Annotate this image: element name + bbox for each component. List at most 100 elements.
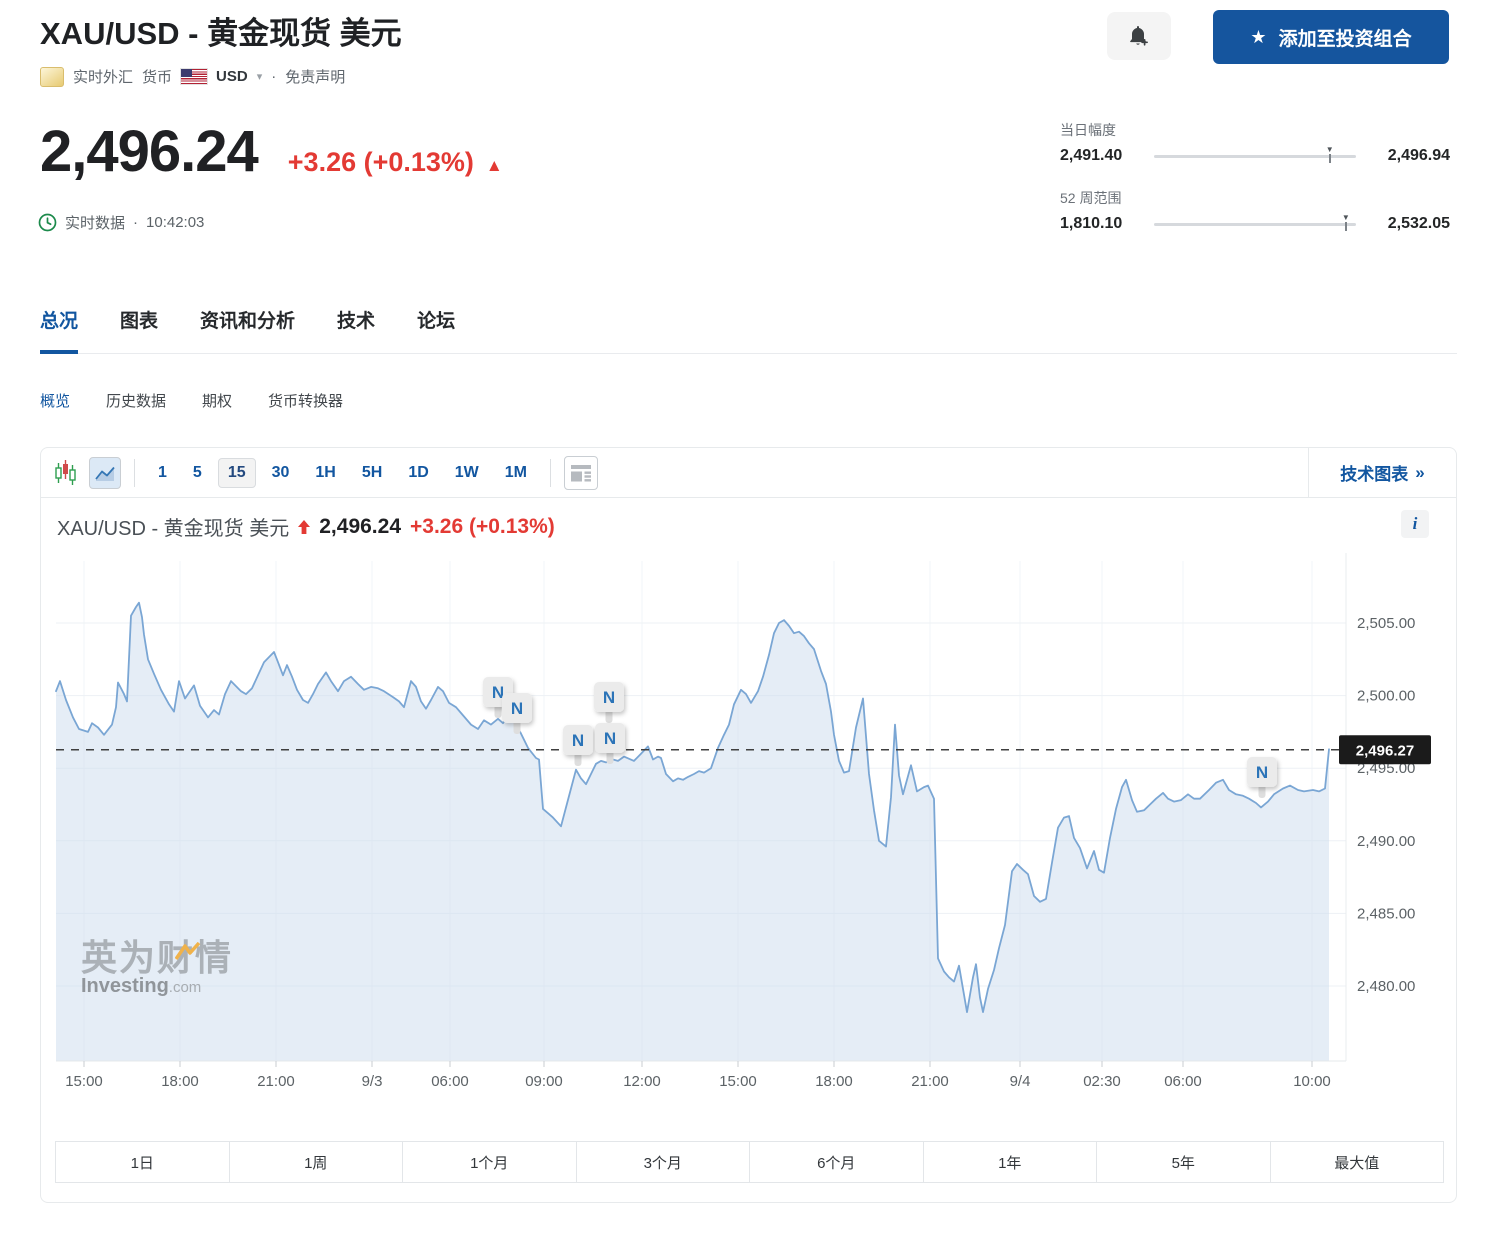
chart-news-button[interactable] <box>564 456 598 490</box>
svg-text:N: N <box>604 729 616 748</box>
week52-range-block: 52 周范围 1,810.10 ▼ 2,532.05 <box>1060 188 1450 233</box>
range-button-4[interactable]: 3个月 <box>577 1142 751 1182</box>
day-range-marker: ▼ <box>1325 146 1335 163</box>
svg-text:06:00: 06:00 <box>431 1073 469 1090</box>
breadcrumb-market[interactable]: 实时外汇 <box>73 66 133 87</box>
day-range-track: ▼ <box>1154 155 1356 158</box>
tab-4[interactable]: 技术 <box>337 306 375 353</box>
gold-commodity-icon <box>40 67 64 87</box>
tab-5[interactable]: 论坛 <box>417 306 455 353</box>
subtab-3[interactable]: 期权 <box>202 390 232 411</box>
svg-text:15:00: 15:00 <box>719 1073 757 1090</box>
clock-icon <box>38 213 57 232</box>
news-marker-6[interactable]: N <box>1247 757 1277 798</box>
status-row: 实时数据 · 10:42:03 <box>38 212 204 233</box>
interval-1[interactable]: 1 <box>148 458 177 488</box>
svg-text:2,496.27: 2,496.27 <box>1356 742 1414 759</box>
create-alert-button[interactable] <box>1107 12 1171 60</box>
toolbar-divider <box>134 459 135 487</box>
breadcrumb-category[interactable]: 货币 <box>142 66 172 87</box>
main-tabs: 总况图表资讯和分析技术论坛 <box>40 306 1457 354</box>
svg-text:21:00: 21:00 <box>257 1073 295 1090</box>
svg-text:9/3: 9/3 <box>362 1073 383 1090</box>
range-button-1[interactable]: 1日 <box>56 1142 230 1182</box>
svg-text:21:00: 21:00 <box>911 1073 949 1090</box>
subtab-1[interactable]: 概览 <box>40 390 70 411</box>
day-range-high: 2,496.94 <box>1366 147 1450 165</box>
interval-2[interactable]: 5 <box>183 458 212 488</box>
toolbar-divider <box>550 459 551 487</box>
bell-plus-icon <box>1126 24 1152 48</box>
subtab-4[interactable]: 货币转换器 <box>268 390 343 411</box>
day-range-label: 当日幅度 <box>1060 120 1450 140</box>
news-marker-3[interactable]: N <box>563 725 593 766</box>
range-button-8[interactable]: 最大值 <box>1271 1142 1444 1182</box>
svg-text:2,505.00: 2,505.00 <box>1357 615 1415 632</box>
add-to-portfolio-button[interactable]: ★ 添加至投资组合 <box>1213 10 1449 64</box>
instrument-overview-page: XAU/USD - 黄金现货 美元 实时外汇 货币 USD ▾ · 免责声明 2… <box>0 0 1497 1257</box>
technical-chart-link[interactable]: 技术图表 » <box>1308 448 1456 497</box>
sub-tabs: 概览 历史数据 期权 货币转换器 <box>40 390 343 411</box>
week52-range-high: 2,532.05 <box>1366 215 1450 233</box>
candlestick-icon <box>55 459 76 486</box>
disclaimer-link[interactable]: 免责声明 <box>285 66 345 87</box>
day-range-block: 当日幅度 2,491.40 ▼ 2,496.94 <box>1060 120 1450 165</box>
chart-title-row: XAU/USD - 黄金现货 美元 2,496.24 +3.26 (+0.13%… <box>57 512 555 541</box>
price-change: +3.26 (+0.13%) <box>288 147 474 178</box>
svg-text:9/4: 9/4 <box>1010 1073 1031 1090</box>
interval-3[interactable]: 15 <box>218 458 256 488</box>
svg-text:09:00: 09:00 <box>525 1073 563 1090</box>
status-time: 10:42:03 <box>146 214 204 231</box>
subtab-2[interactable]: 历史数据 <box>106 390 166 411</box>
range-button-7[interactable]: 5年 <box>1097 1142 1271 1182</box>
double-chevron-right-icon: » <box>1415 463 1424 483</box>
news-marker-5[interactable]: N <box>595 723 625 764</box>
tab-1[interactable]: 总况 <box>40 306 78 353</box>
candlestick-chart-button[interactable] <box>55 459 76 486</box>
range-button-5[interactable]: 6个月 <box>750 1142 924 1182</box>
svg-text:N: N <box>603 688 615 707</box>
chart-last-price: 2,496.24 <box>319 515 401 539</box>
svg-text:06:00: 06:00 <box>1164 1073 1202 1090</box>
up-arrow-icon <box>298 520 310 534</box>
breadcrumb: 实时外汇 货币 USD ▾ · 免责声明 <box>40 66 345 87</box>
tab-3[interactable]: 资讯和分析 <box>200 306 295 353</box>
svg-text:15:00: 15:00 <box>65 1073 103 1090</box>
svg-text:2,480.00: 2,480.00 <box>1357 978 1415 995</box>
chart-container: 1515301H5H1D1W1M 技术图表 » XAU/USD - 黄金现货 美… <box>40 447 1457 1203</box>
status-label: 实时数据 <box>65 212 125 233</box>
svg-text:18:00: 18:00 <box>161 1073 199 1090</box>
quote-row: 2,496.24 +3.26 (+0.13%) ▲ <box>40 118 503 185</box>
area-chart-button[interactable] <box>89 457 121 489</box>
news-marker-4[interactable]: N <box>594 682 624 723</box>
page-title: XAU/USD - 黄金现货 美元 <box>40 8 402 53</box>
range-button-6[interactable]: 1年 <box>924 1142 1098 1182</box>
chart-instrument-name: XAU/USD - 黄金现货 美元 <box>57 512 289 541</box>
interval-6[interactable]: 5H <box>352 458 392 488</box>
currency-selector[interactable]: USD <box>216 68 248 85</box>
tab-2[interactable]: 图表 <box>120 306 158 353</box>
svg-text:02:30: 02:30 <box>1083 1073 1121 1090</box>
chevron-down-icon[interactable]: ▾ <box>257 70 263 83</box>
interval-8[interactable]: 1W <box>445 458 489 488</box>
day-range-low: 2,491.40 <box>1060 147 1144 165</box>
us-flag-icon <box>181 69 207 84</box>
chart-info-button[interactable]: i <box>1401 510 1429 538</box>
interval-9[interactable]: 1M <box>495 458 537 488</box>
svg-text:N: N <box>1256 763 1268 782</box>
price-chart[interactable]: NNNNNN2,505.002,500.002,495.002,490.002,… <box>41 553 1454 1101</box>
interval-5[interactable]: 1H <box>305 458 345 488</box>
last-price: 2,496.24 <box>40 118 258 185</box>
week52-range-track: ▼ <box>1154 223 1356 226</box>
interval-7[interactable]: 1D <box>398 458 438 488</box>
svg-text:2,485.00: 2,485.00 <box>1357 905 1415 922</box>
svg-text:12:00: 12:00 <box>623 1073 661 1090</box>
range-button-2[interactable]: 1周 <box>230 1142 404 1182</box>
up-triangle-icon: ▲ <box>486 156 503 176</box>
week52-range-label: 52 周范围 <box>1060 188 1450 208</box>
area-chart-icon <box>93 461 117 485</box>
time-range-buttons: 1日1周1个月3个月6个月1年5年最大值 <box>55 1141 1444 1183</box>
interval-4[interactable]: 30 <box>262 458 300 488</box>
breadcrumb-separator: · <box>271 68 276 85</box>
range-button-3[interactable]: 1个月 <box>403 1142 577 1182</box>
